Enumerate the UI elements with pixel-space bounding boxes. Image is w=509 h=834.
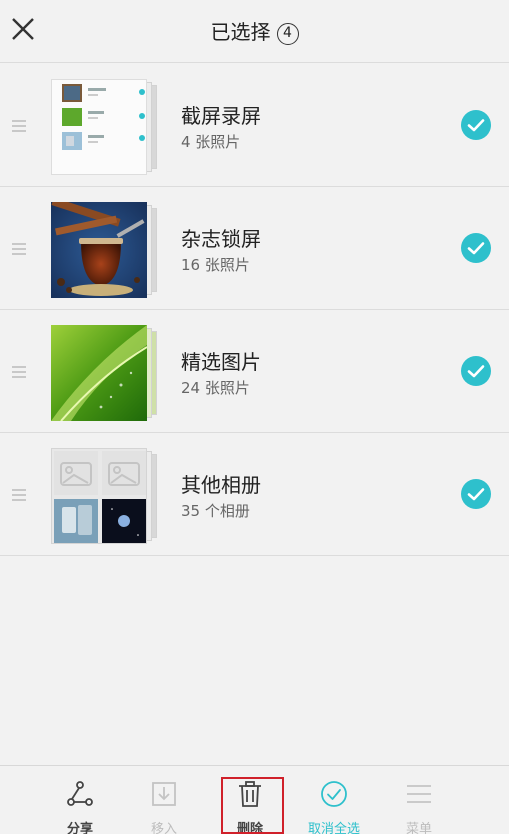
move-label: 移入 [150,822,177,834]
album-count: 35 个相册 [181,502,250,520]
album-thumbnail [51,325,157,423]
menu-label: 菜单 [405,822,432,834]
deselect-all-label: 取消全选 [307,822,360,834]
page-title: 已选择 4 [0,16,509,45]
album-count: 16 张照片 [181,256,250,274]
drag-handle-icon[interactable] [12,243,26,255]
album-name: 杂志锁屏 [181,227,261,251]
checkmark-icon[interactable] [461,110,491,140]
album-row-other[interactable]: 其他相册 35 个相册 [0,433,509,556]
album-count: 24 张照片 [181,379,250,397]
album-name: 截屏录屏 [181,104,261,128]
share-label: 分享 [66,822,93,834]
checkmark-icon[interactable] [461,479,491,509]
drag-handle-icon[interactable] [12,489,26,501]
album-row-magazine[interactable]: 杂志锁屏 16 张照片 [0,187,509,310]
selected-count-badge: 4 [276,23,299,45]
menu-icon [407,785,431,803]
drag-handle-icon[interactable] [12,120,26,132]
album-row-screenshots[interactable]: 截屏录屏 4 张照片 [0,64,509,187]
share-icon [67,781,93,806]
album-name: 其他相册 [181,473,261,497]
deselect-all-button[interactable]: 取消全选 [294,766,374,834]
title-text: 已选择 [210,20,271,44]
album-row-featured[interactable]: 精选图片 24 张照片 [0,310,509,433]
checkmark-icon[interactable] [461,356,491,386]
share-button[interactable]: 分享 [40,766,120,834]
menu-button[interactable]: 菜单 [379,766,459,834]
drag-handle-icon[interactable] [12,366,26,378]
album-count: 4 张照片 [181,133,241,151]
album-thumbnail [51,448,157,546]
album-thumbnail [51,79,157,177]
album-name: 精选图片 [181,350,261,374]
move-in-icon [152,782,176,806]
move-button[interactable]: 移入 [124,766,204,834]
album-list: 截屏录屏 4 张照片 杂志锁屏 16 张照片 精选图片 24 张照片 其他相册 … [0,64,509,556]
check-circle-icon [321,781,347,807]
delete-highlight-box [221,777,284,834]
checkmark-icon[interactable] [461,233,491,263]
top-bar: 已选择 4 [0,0,509,63]
album-thumbnail [51,202,157,300]
